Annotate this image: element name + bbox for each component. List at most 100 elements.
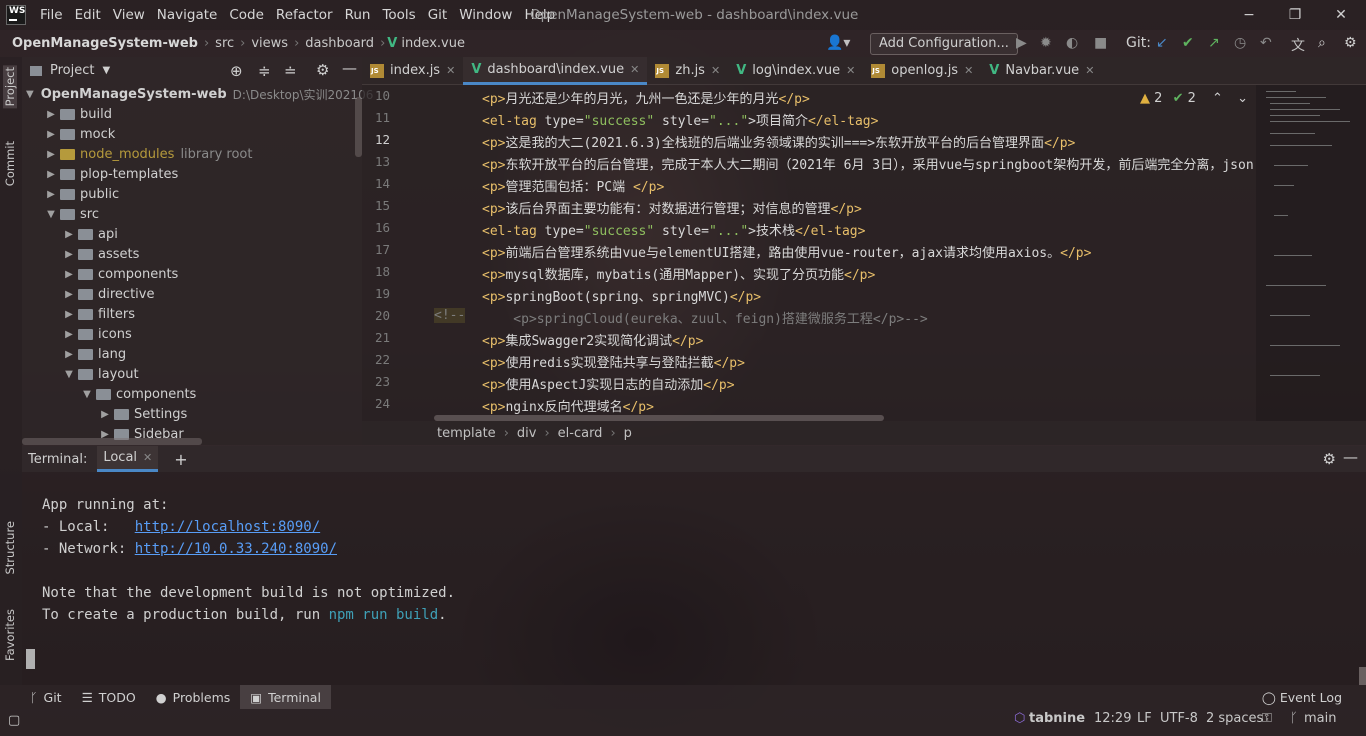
chevron-down-icon[interactable]: ▼ — [62, 369, 76, 380]
chevron-down-icon[interactable]: ▼ — [26, 89, 34, 100]
code-editor[interactable]: 10 11 12 13 14 15 16 17 18 19 20 21 22 2… — [362, 85, 1366, 421]
horizontal-scrollbar[interactable] — [22, 438, 202, 445]
chevron-right-icon[interactable]: ▶ — [62, 269, 76, 280]
project-tool-tab[interactable]: Project — [3, 65, 17, 109]
chevron-right-icon[interactable]: ▶ — [62, 289, 76, 300]
chevron-right-icon[interactable]: ▶ — [62, 329, 76, 340]
tree-item[interactable]: ▼ layout — [22, 364, 362, 384]
tab-navbar-vue[interactable]: V Navbar.vue ✕ — [981, 57, 1102, 85]
close-icon[interactable]: ✕ — [1085, 64, 1094, 77]
translate-icon[interactable]: 文 — [1291, 35, 1305, 55]
git-update-icon[interactable]: ↙ — [1156, 35, 1168, 51]
expand-all-icon[interactable]: ≑ — [258, 62, 271, 80]
git-commit-icon[interactable]: ✔ — [1182, 35, 1194, 51]
breadcrumb-el-card[interactable]: el-card — [558, 426, 603, 441]
menu-tools[interactable]: Tools — [376, 7, 421, 23]
chevron-right-icon[interactable]: ▶ — [44, 189, 58, 200]
maximize-button[interactable]: ❐ — [1272, 0, 1318, 30]
panel-settings-icon[interactable]: ⚙ — [316, 61, 329, 79]
breadcrumb-div[interactable]: div — [517, 426, 537, 441]
terminal-output[interactable]: App running at: - Local: http://localhos… — [22, 472, 1366, 685]
local-url-link[interactable]: http://localhost:8090/ — [135, 519, 320, 535]
structure-tool-tab[interactable]: Structure — [3, 521, 17, 575]
todo-tool-button[interactable]: ☰ TODO — [72, 685, 146, 709]
tree-item[interactable]: ▶ node_modules library root — [22, 144, 362, 164]
breadcrumb-template[interactable]: template — [437, 426, 496, 441]
hide-terminal-icon[interactable]: — — [1343, 448, 1358, 466]
hide-panel-icon[interactable]: — — [342, 59, 357, 77]
tree-root[interactable]: ▼ OpenManageSystem-web D:\Desktop\实训2021… — [22, 84, 373, 104]
problems-tool-button[interactable]: ● Problems — [146, 685, 241, 709]
project-panel-title[interactable]: Project — [50, 63, 94, 78]
menu-window[interactable]: Window — [453, 7, 518, 23]
chevron-up-icon[interactable]: ⌃ — [1212, 91, 1223, 106]
close-icon[interactable]: ✕ — [446, 64, 455, 77]
terminal-tool-button[interactable]: ▣ Terminal — [240, 685, 331, 709]
close-icon[interactable]: ✕ — [846, 64, 855, 77]
chevron-right-icon[interactable]: ▶ — [62, 349, 76, 360]
tree-item[interactable]: ▶ mock — [22, 124, 362, 144]
git-branch[interactable]: main — [1304, 711, 1336, 726]
tree-item[interactable]: ▶ assets — [22, 244, 362, 264]
add-configuration-button[interactable]: Add Configuration... — [870, 33, 1018, 55]
tree-item[interactable]: ▶ build — [22, 104, 362, 124]
close-icon[interactable]: ✕ — [711, 64, 720, 77]
terminal-scrollbar[interactable] — [1359, 667, 1366, 685]
tree-item[interactable]: ▶ plop-templates — [22, 164, 362, 184]
menu-navigate[interactable]: Navigate — [151, 7, 224, 23]
caret-position[interactable]: 12:29 — [1094, 711, 1131, 726]
indent-setting[interactable]: 2 spaces — [1206, 711, 1263, 726]
coverage-icon[interactable]: ◐ — [1066, 35, 1078, 51]
chevron-right-icon[interactable]: ▶ — [98, 409, 112, 420]
breadcrumb-views[interactable]: views — [247, 36, 292, 51]
menu-refactor[interactable]: Refactor — [270, 7, 339, 23]
tab-dashboard-index-vue[interactable]: Vdashboard\index.vue ✕ — [463, 56, 648, 85]
chevron-right-icon[interactable]: ▶ — [62, 309, 76, 320]
code-minimap[interactable] — [1256, 85, 1366, 421]
menu-code[interactable]: Code — [223, 7, 270, 23]
chevron-right-icon[interactable]: ▶ — [62, 249, 76, 260]
vertical-scrollbar[interactable] — [355, 97, 362, 157]
chevron-down-icon[interactable]: ▼ — [44, 209, 58, 220]
close-icon[interactable]: ✕ — [630, 63, 639, 76]
git-history-icon[interactable]: ◷ — [1234, 35, 1246, 51]
close-button[interactable]: ✕ — [1318, 0, 1364, 30]
terminal-settings-icon[interactable]: ⚙ — [1323, 450, 1336, 468]
breadcrumb-dashboard[interactable]: dashboard — [301, 36, 378, 51]
tree-item[interactable]: ▼ src — [22, 204, 362, 224]
breadcrumb-file[interactable]: index.vue — [397, 36, 469, 51]
tree-item[interactable]: ▶ public — [22, 184, 362, 204]
tree-item[interactable]: ▶ Settings — [22, 404, 362, 424]
chevron-right-icon[interactable]: ▶ — [44, 169, 58, 180]
chevron-right-icon[interactable]: ▶ — [62, 229, 76, 240]
debug-icon[interactable]: ✹ — [1040, 35, 1052, 51]
tree-item[interactable]: ▶ icons — [22, 324, 362, 344]
menu-view[interactable]: View — [107, 7, 151, 23]
close-icon[interactable]: ✕ — [143, 451, 152, 464]
chevron-right-icon[interactable]: ▶ — [44, 109, 58, 120]
chevron-right-icon[interactable]: ▶ — [44, 129, 58, 140]
tab-log-index-vue[interactable]: Vlog\index.vue ✕ — [728, 57, 863, 85]
tree-item[interactable]: ▼ components — [22, 384, 362, 404]
tree-item[interactable]: ▶ directive — [22, 284, 362, 304]
git-rollback-icon[interactable]: ↶ — [1260, 35, 1272, 51]
chevron-right-icon[interactable]: ▶ — [44, 149, 58, 160]
event-log-button[interactable]: ◯ Event Log — [1262, 690, 1342, 705]
tab-openlog-js[interactable]: JS openlog.js ✕ — [863, 57, 981, 85]
menu-git[interactable]: Git — [422, 7, 454, 23]
tree-item[interactable]: ▶ api — [22, 224, 362, 244]
lock-icon[interactable]: ⚿ — [1262, 711, 1272, 726]
git-tool-button[interactable]: ᚴ Git — [20, 685, 72, 709]
locate-icon[interactable]: ⊕ — [230, 62, 243, 80]
favorites-tool-tab[interactable]: Favorites — [3, 609, 17, 661]
search-icon[interactable]: ⌕ — [1318, 35, 1326, 51]
settings-icon[interactable]: ⚙ — [1344, 35, 1357, 51]
tree-item[interactable]: ▶ filters — [22, 304, 362, 324]
tab-index-js[interactable]: JS index.js ✕ — [362, 57, 463, 85]
minimize-button[interactable]: − — [1226, 0, 1272, 30]
user-account-icon[interactable]: 👤▾ — [826, 35, 850, 51]
terminal-tab-local[interactable]: Local ✕ — [97, 446, 159, 472]
menu-run[interactable]: Run — [339, 7, 377, 23]
network-url-link[interactable]: http://10.0.33.240:8090/ — [135, 541, 337, 557]
line-separator[interactable]: LF — [1137, 711, 1152, 726]
